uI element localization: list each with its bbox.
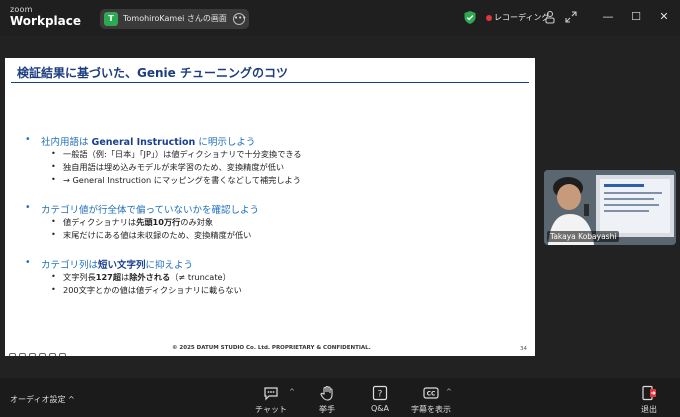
audio-settings-button[interactable]: オーディオ設定 ^ bbox=[10, 394, 75, 405]
recording-label[interactable]: レコーディング bbox=[494, 12, 549, 23]
participants-view-icon[interactable] bbox=[543, 10, 557, 24]
presenter-avatar: T bbox=[104, 12, 118, 26]
captions-options-chevron[interactable]: ^ bbox=[446, 388, 452, 396]
screen-share-label: TomohiroKamei さんの画面 bbox=[123, 14, 227, 23]
more-options-icon[interactable]: ••• bbox=[233, 13, 246, 25]
leave-button[interactable]: 退出 bbox=[634, 383, 664, 415]
slide-tool-icon[interactable] bbox=[9, 353, 16, 356]
zoom-logo: zoom Workplace bbox=[10, 5, 82, 28]
participant-video-tile[interactable]: Takaya Kobayashi bbox=[544, 170, 676, 245]
hand-icon bbox=[320, 385, 333, 401]
title-divider bbox=[11, 82, 529, 83]
slide-tool-icon[interactable] bbox=[29, 353, 36, 356]
chat-icon bbox=[264, 387, 278, 401]
fullscreen-icon[interactable] bbox=[564, 10, 578, 24]
close-button[interactable]: ✕ bbox=[656, 10, 672, 24]
security-shield-icon[interactable] bbox=[464, 11, 476, 24]
slide-footer: © 2025 DATUM STUDIO Co. Ltd. PROPRIETARY… bbox=[172, 345, 371, 351]
screen-share-indicator[interactable]: T TomohiroKamei さんの画面 ••• bbox=[100, 9, 249, 29]
svg-text:CC: CC bbox=[427, 391, 436, 398]
title-bar: zoom Workplace T TomohiroKamei さんの画面 •••… bbox=[0, 0, 680, 36]
maximize-button[interactable]: ☐ bbox=[628, 10, 644, 24]
recording-dot-icon bbox=[486, 15, 492, 21]
svg-text:?: ? bbox=[378, 390, 383, 400]
captions-icon: CC bbox=[423, 387, 439, 399]
slide-tool-icon[interactable] bbox=[39, 353, 46, 356]
slide-tool-icon[interactable] bbox=[19, 353, 26, 356]
slide-toolbar bbox=[9, 345, 69, 356]
shared-slide: 検証結果に基づいた、Genie チューニングのコツ • 社内用語は Genera… bbox=[5, 58, 535, 356]
slide-title: 検証結果に基づいた、Genie チューニングのコツ bbox=[17, 66, 288, 80]
qa-button[interactable]: ? Q&A bbox=[355, 383, 405, 415]
slide-tool-icon[interactable] bbox=[59, 353, 66, 356]
slide-tool-icon[interactable] bbox=[49, 353, 56, 356]
chat-options-chevron[interactable]: ^ bbox=[289, 388, 295, 396]
slide-page-number: 34 bbox=[520, 346, 527, 352]
raise-hand-button[interactable]: 挙手 bbox=[302, 383, 352, 415]
leave-icon bbox=[642, 385, 656, 401]
minimize-button[interactable]: — bbox=[600, 10, 616, 24]
participant-name: Takaya Kobayashi bbox=[547, 231, 620, 242]
meeting-controls-bar: オーディオ設定 ^ チャット ^ 挙手 ? Q&A CC 字幕を表示 ^ 退出 bbox=[0, 378, 680, 417]
qa-icon: ? bbox=[372, 385, 388, 401]
